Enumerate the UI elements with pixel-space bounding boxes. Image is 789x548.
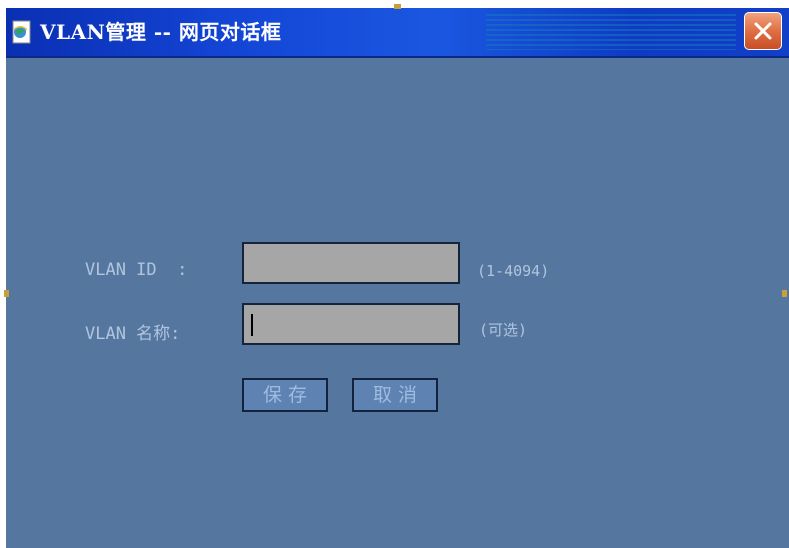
vlan-name-input[interactable] <box>242 303 460 345</box>
vlan-dialog-window: VLAN管理 -- 网页对话框 VLAN ID : (1-4094) VLAN … <box>6 8 789 548</box>
vlan-id-label: VLAN ID : <box>85 260 188 280</box>
cancel-button[interactable]: 取消 <box>352 378 438 412</box>
title-bar[interactable]: VLAN管理 -- 网页对话框 <box>6 8 789 58</box>
right-resize-handle[interactable] <box>782 290 787 297</box>
window-title: VLAN管理 -- 网页对话框 <box>40 20 282 44</box>
vlan-name-label: VLAN 名称: <box>85 324 181 344</box>
top-resize-handle[interactable] <box>394 4 401 9</box>
text-caret <box>251 314 253 336</box>
vlan-id-input[interactable] <box>242 242 460 284</box>
close-icon <box>754 22 772 40</box>
vlan-id-range-hint: (1-4094) <box>477 262 550 280</box>
close-button[interactable] <box>744 12 782 50</box>
ie-page-icon <box>10 20 34 44</box>
title-bar-decoration <box>486 14 736 50</box>
save-button[interactable]: 保存 <box>242 378 328 412</box>
left-resize-handle[interactable] <box>4 290 9 297</box>
vlan-name-optional-hint: (可选) <box>479 321 528 339</box>
